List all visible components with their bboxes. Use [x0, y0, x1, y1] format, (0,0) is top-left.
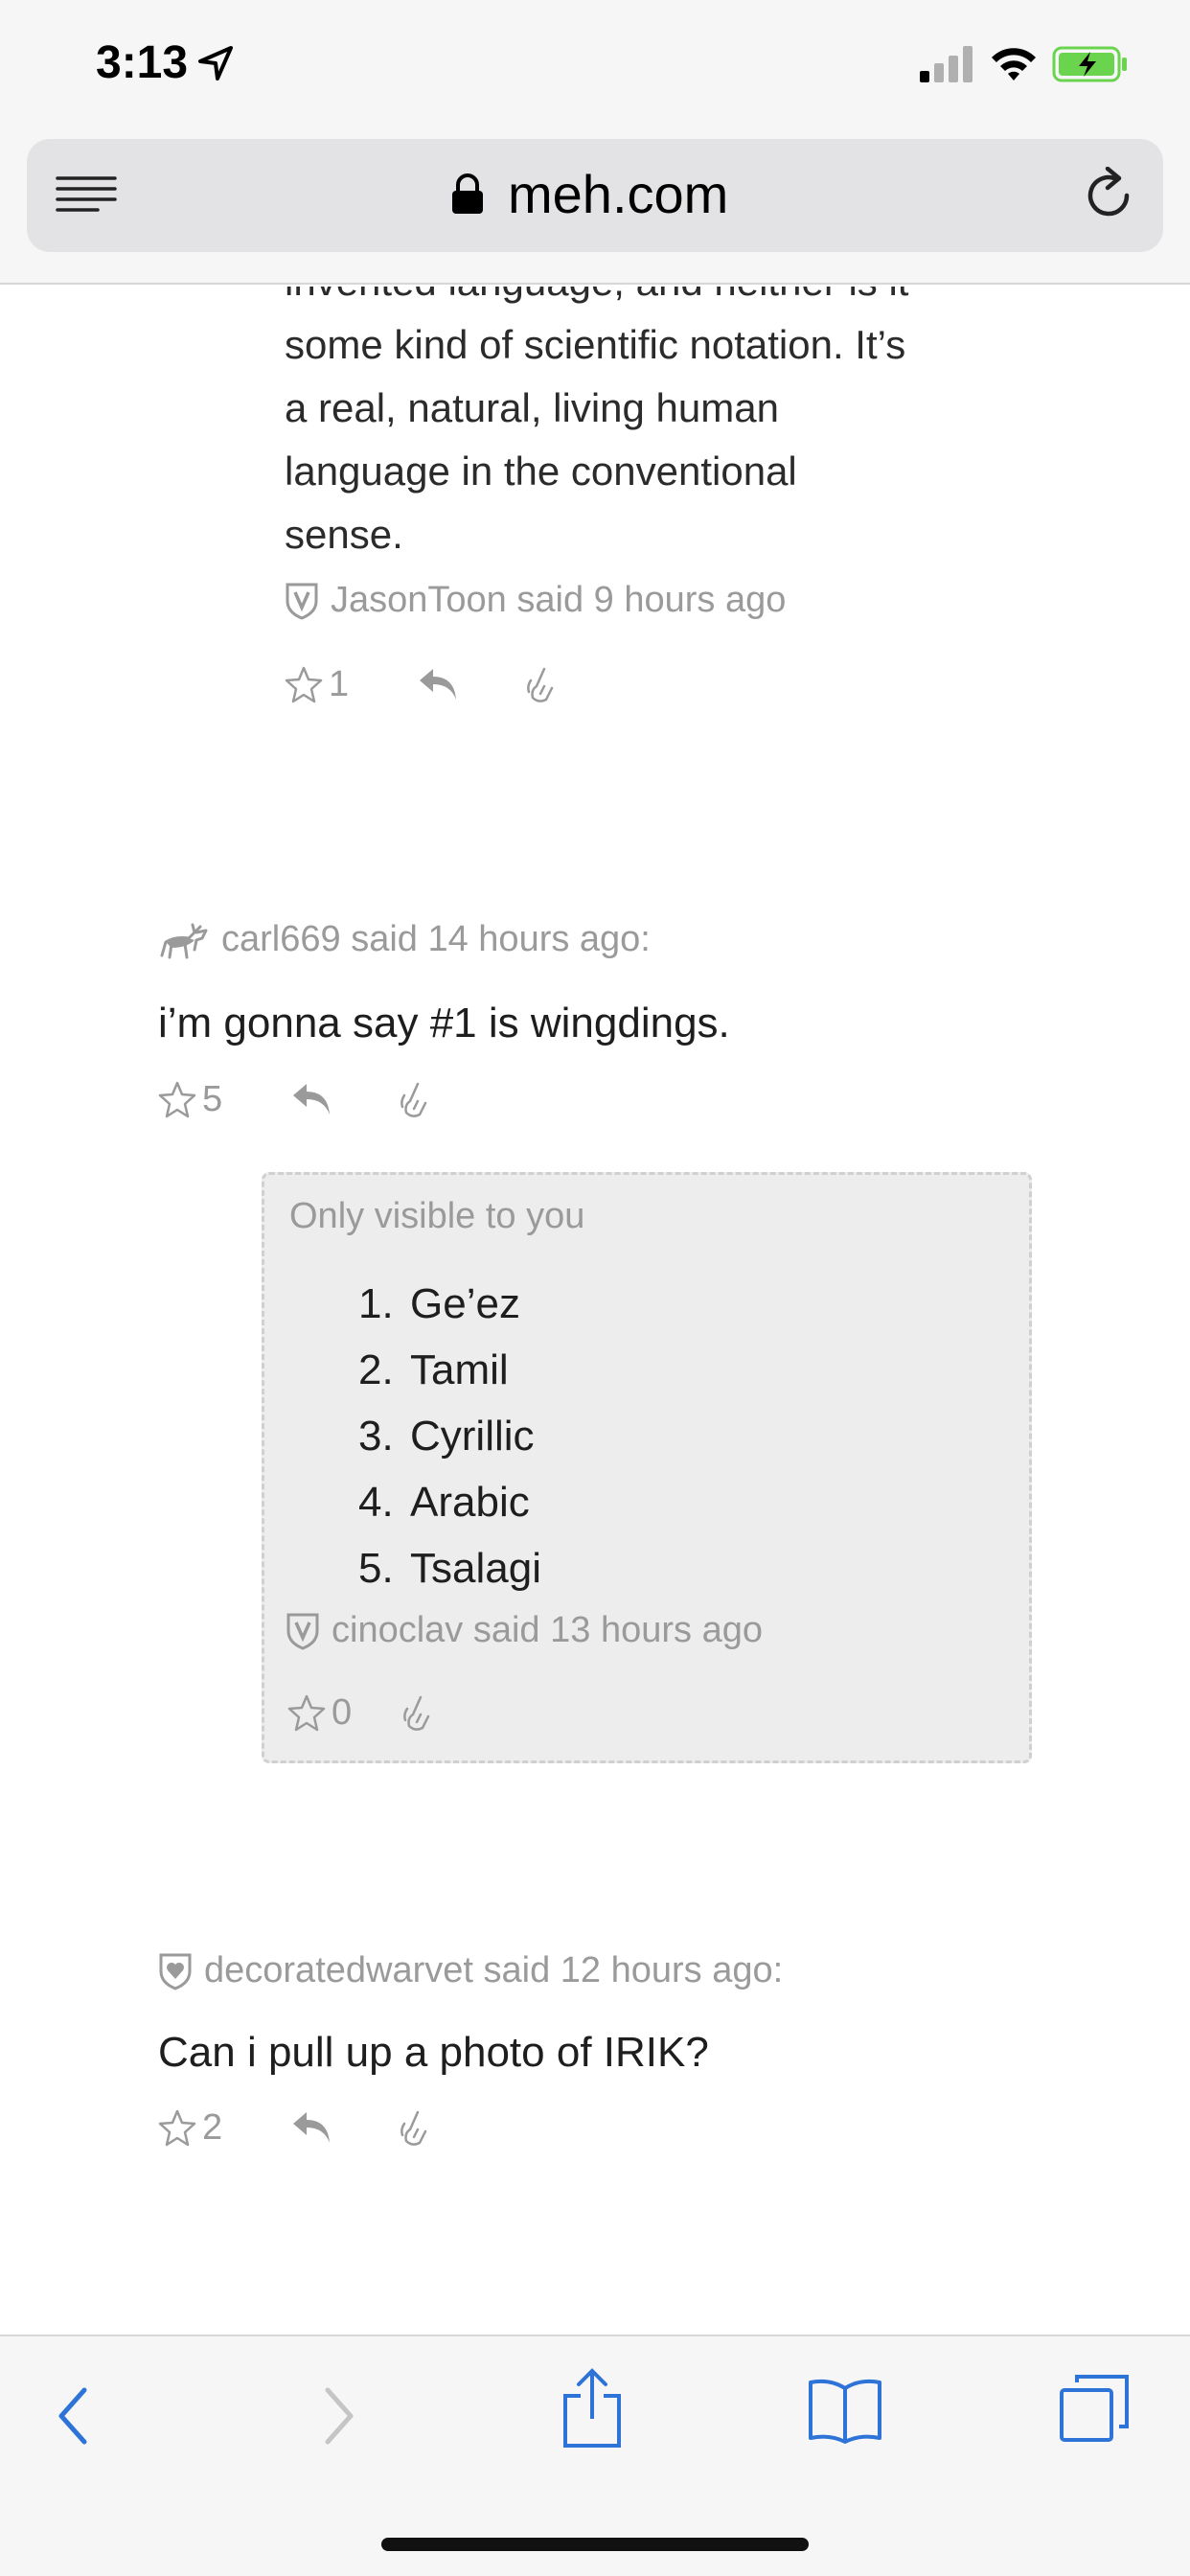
location-arrow-icon [198, 46, 233, 80]
text-line: sense. [285, 512, 403, 557]
shield-heart-icon [159, 1953, 192, 1990]
star-count: 2 [202, 2106, 223, 2148]
comment-actions: 1 [285, 660, 558, 708]
cellular-signal-icon [920, 46, 973, 82]
list-item: 2. Tamil [358, 1346, 509, 1393]
battery-charging-icon [1052, 46, 1127, 82]
comment-actions: 2 [158, 2104, 431, 2151]
comment-meta: cinoclav said 13 hours ago [286, 1610, 763, 1651]
comment-continued-text: invented language, and neither is it som… [285, 287, 1013, 566]
home-indicator [381, 2538, 809, 2551]
star-count: 5 [202, 1078, 223, 1119]
numbered-list: 1. Ge’ez 2. Tamil 3. Cyrillic 4. Arabic 5. Ts… [358, 1271, 541, 1601]
text-line: language in the conventional [285, 448, 797, 494]
list-item: 4. Arabic [358, 1479, 530, 1526]
star-icon[interactable] [285, 665, 323, 703]
flag-hand-icon[interactable] [400, 1693, 434, 1732]
flag-hand-icon[interactable] [397, 1080, 431, 1118]
reload-icon[interactable] [1083, 167, 1134, 220]
flag-hand-icon[interactable] [523, 665, 558, 703]
status-bar: 3:13 [0, 0, 1190, 129]
comment-actions: 0 [287, 1689, 434, 1736]
text-line: some kind of scientific notation. It’s [285, 322, 906, 367]
url-text[interactable]: meh.com [508, 163, 728, 225]
star-icon[interactable] [158, 2108, 196, 2147]
status-time: 3:13 [96, 37, 189, 88]
private-visibility-label: Only visible to you [289, 1196, 585, 1236]
star-count: 0 [332, 1691, 353, 1733]
comment-time: said 12 hours ago: [483, 1950, 784, 1990]
comment-meta: carl669 said 14 hours ago: [158, 919, 651, 960]
share-icon[interactable] [561, 2367, 623, 2450]
reply-icon[interactable] [289, 1080, 333, 1118]
comment-meta: decoratedwarvet said 12 hours ago: [158, 1950, 783, 1991]
text-line: a real, natural, living human [285, 385, 779, 430]
star-count: 1 [329, 663, 350, 704]
v-shield-icon [286, 583, 318, 620]
comment-author[interactable]: carl669 [221, 919, 341, 959]
forward-icon[interactable] [322, 2386, 356, 2446]
v-shield-icon [286, 1613, 319, 1650]
star-icon[interactable] [158, 1080, 196, 1118]
back-icon[interactable] [56, 2386, 90, 2446]
comment-author[interactable]: decoratedwarvet [204, 1950, 473, 1990]
moose-avatar-icon [160, 923, 208, 958]
bookmarks-icon[interactable] [807, 2377, 883, 2444]
reader-view-icon[interactable] [56, 174, 117, 215]
lock-icon [452, 173, 483, 214]
wifi-icon [992, 48, 1036, 80]
comment-time: said 13 hours ago [472, 1610, 763, 1650]
comment-author[interactable]: JasonToon [331, 580, 507, 620]
list-item: 3. Cyrillic [358, 1413, 535, 1460]
comment-author[interactable]: cinoclav [332, 1610, 463, 1650]
reply-icon[interactable] [416, 665, 460, 703]
private-reply-box: Only visible to you 1. Ge’ez 2. Tamil 3. Cy… [262, 1172, 1032, 1763]
star-icon[interactable] [287, 1693, 326, 1732]
comment-body: i’m gonna say #1 is wingdings. [158, 1000, 730, 1046]
comment-time: said 14 hours ago: [351, 919, 651, 959]
comments-content: invented language, and neither is it som… [0, 287, 1190, 2333]
tabs-icon[interactable] [1058, 2373, 1131, 2446]
comment-actions: 5 [158, 1075, 431, 1123]
flag-hand-icon[interactable] [397, 2108, 431, 2147]
comment-body: Can i pull up a photo of IRIK? [158, 2029, 709, 2076]
list-item: 1. Ge’ez [358, 1280, 520, 1327]
reply-icon[interactable] [289, 2108, 333, 2147]
text-line: invented language, and neither is it [285, 287, 1013, 313]
comment-meta: JasonToon said 9 hours ago [285, 580, 786, 621]
comment-time: said 9 hours ago [516, 580, 787, 620]
list-item: 5. Tsalagi [358, 1545, 541, 1592]
screen: 3:13 meh.com some kind of scientific not… [0, 0, 1190, 2576]
